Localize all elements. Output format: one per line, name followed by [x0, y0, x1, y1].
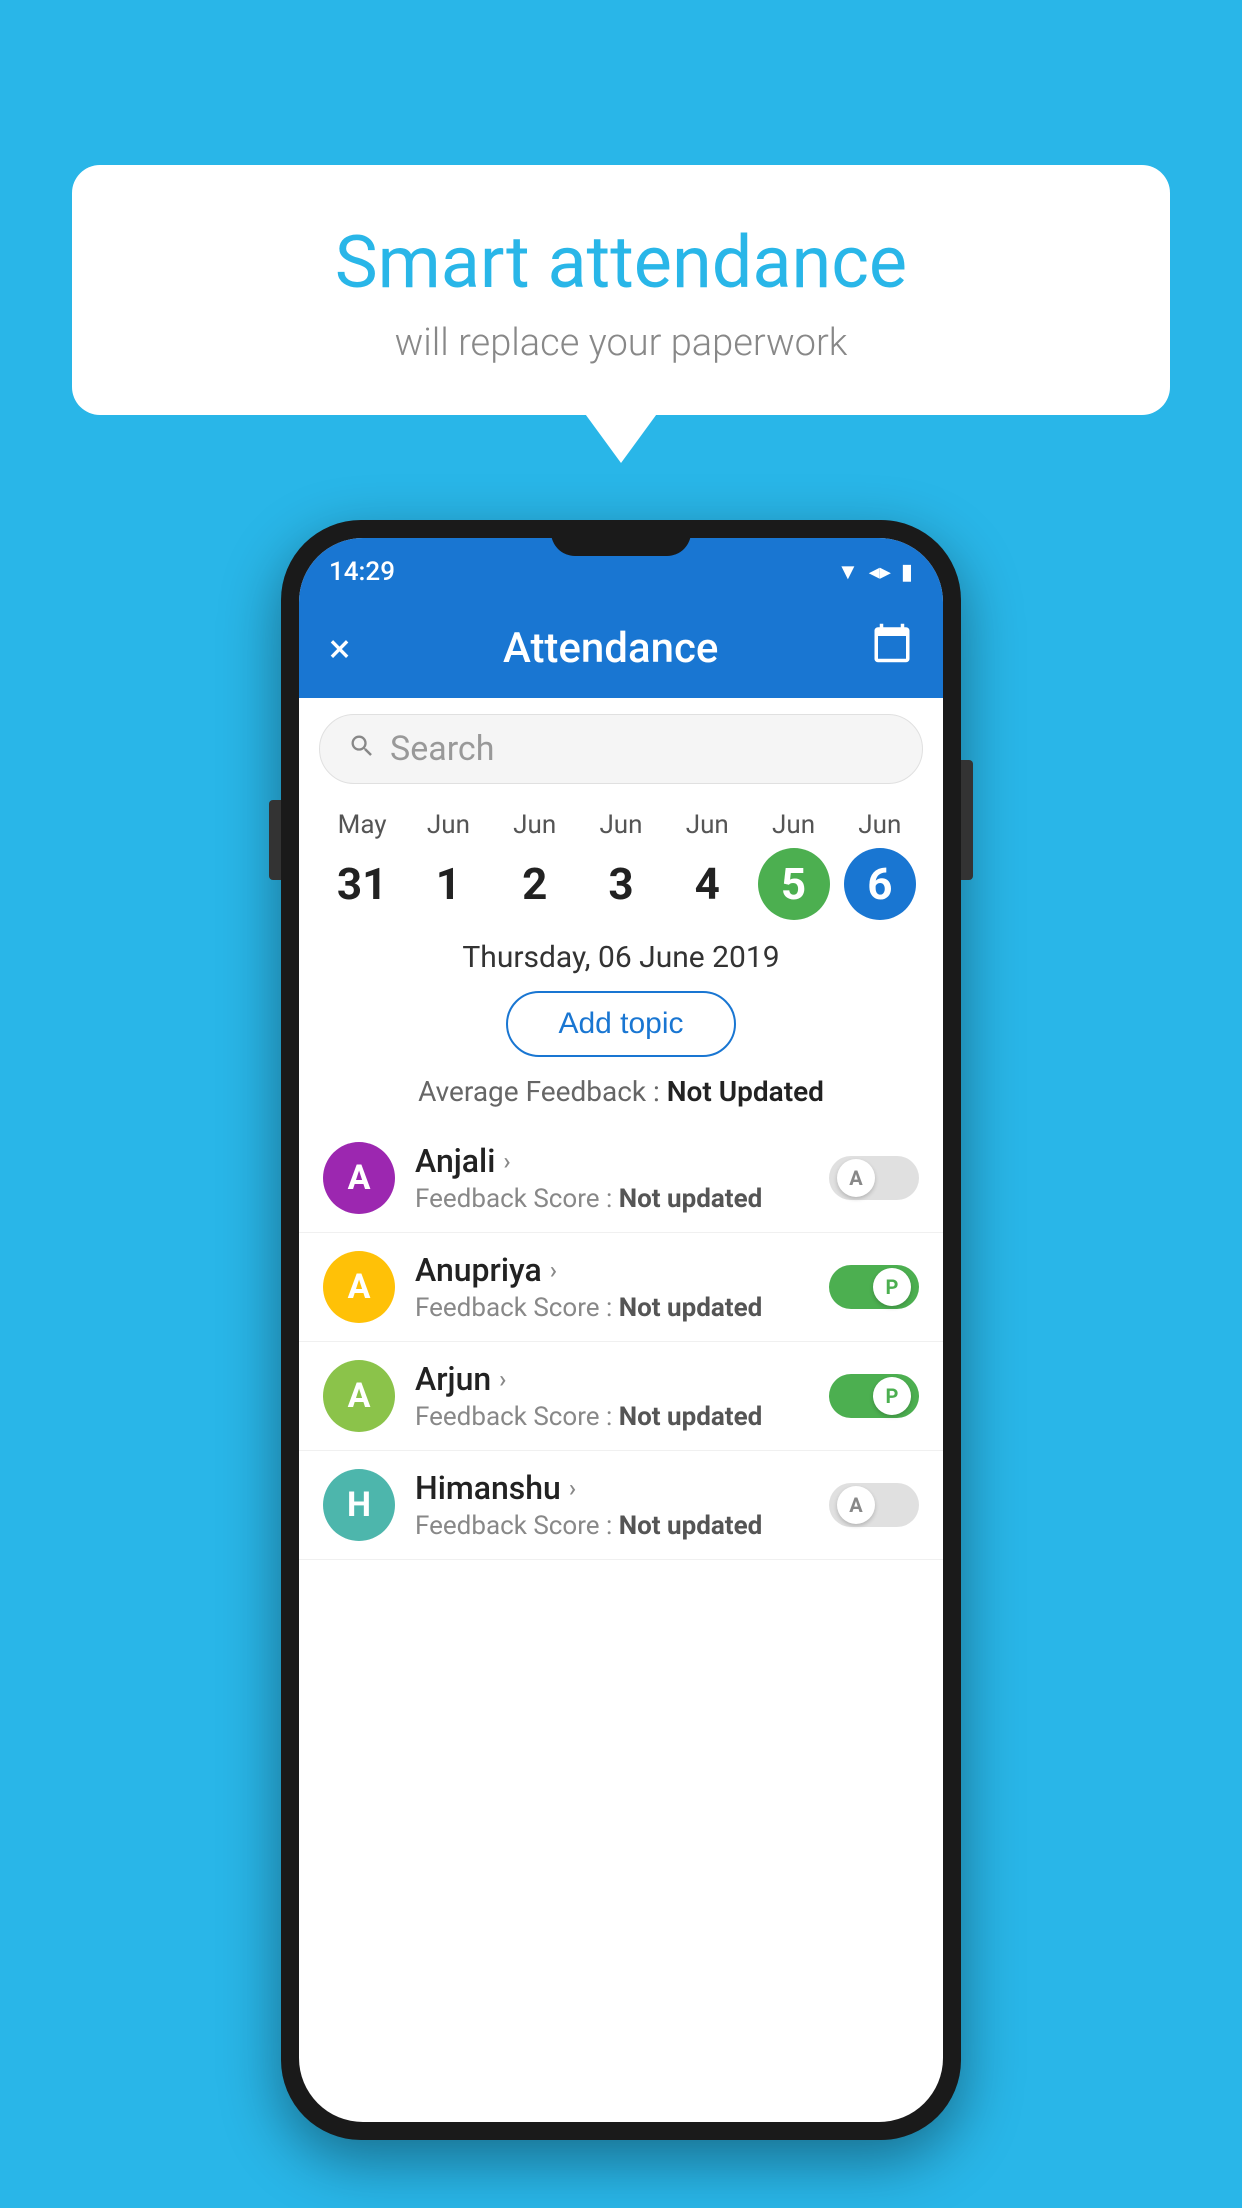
avatar-arjun: A — [323, 1360, 395, 1432]
student-name-anupriya: Anupriya › — [415, 1251, 809, 1289]
signal-icon: ◂▸ — [869, 560, 891, 585]
cal-month-4: Jun — [686, 810, 729, 840]
cal-month-5: Jun — [772, 810, 815, 840]
search-icon — [348, 730, 376, 768]
student-info-arjun: Arjun › Feedback Score : Not updated — [415, 1360, 809, 1432]
speech-bubble: Smart attendance will replace your paper… — [72, 165, 1170, 415]
student-item-arjun[interactable]: A Arjun › Feedback Score : Not updated P — [299, 1342, 943, 1451]
avatar-anjali: A — [323, 1142, 395, 1214]
student-item-anupriya[interactable]: A Anupriya › Feedback Score : Not update… — [299, 1233, 943, 1342]
cal-day-4[interactable]: Jun 4 — [667, 810, 747, 920]
bubble-title: Smart attendance — [132, 220, 1110, 305]
student-name-arjun: Arjun › — [415, 1360, 809, 1398]
toggle-thumb-anjali: A — [837, 1159, 875, 1197]
cal-month-0: May — [338, 810, 387, 840]
student-name-anjali: Anjali › — [415, 1142, 809, 1180]
selected-date-label: Thursday, 06 June 2019 — [299, 940, 943, 975]
avg-feedback-label: Average Feedback : — [418, 1075, 660, 1108]
cal-date-4: 4 — [671, 848, 743, 920]
avatar-himanshu: H — [323, 1469, 395, 1541]
battery-icon: ▮ — [901, 560, 913, 585]
student-item-himanshu[interactable]: H Himanshu › Feedback Score : Not update… — [299, 1451, 943, 1560]
status-icons: ▼ ◂▸ ▮ — [837, 559, 913, 585]
cal-month-6: Jun — [858, 810, 901, 840]
phone-screen: 14:29 ▼ ◂▸ ▮ × Attendance — [299, 538, 943, 2122]
chevron-arjun: › — [499, 1365, 506, 1393]
student-item-anjali[interactable]: A Anjali › Feedback Score : Not updated … — [299, 1124, 943, 1233]
student-name-himanshu: Himanshu › — [415, 1469, 809, 1507]
phone-outer: 14:29 ▼ ◂▸ ▮ × Attendance — [281, 520, 961, 2140]
student-feedback-anupriya: Feedback Score : Not updated — [415, 1293, 809, 1323]
cal-date-0: 31 — [326, 848, 398, 920]
add-topic-button[interactable]: Add topic — [506, 991, 735, 1057]
app-bar-title: Attendance — [370, 624, 851, 673]
calendar-strip: May 31 Jun 1 Jun 2 Jun 3 Jun 4 — [299, 800, 943, 920]
cal-day-2[interactable]: Jun 2 — [495, 810, 575, 920]
wifi-icon: ▼ — [837, 559, 859, 585]
cal-date-5: 5 — [758, 848, 830, 920]
cal-date-6: 6 — [844, 848, 916, 920]
calendar-icon[interactable] — [871, 622, 913, 674]
student-list: A Anjali › Feedback Score : Not updated … — [299, 1124, 943, 1560]
search-text: Search — [390, 729, 494, 769]
cal-day-6[interactable]: Jun 6 — [840, 810, 920, 920]
avg-feedback-value: Not Updated — [667, 1075, 824, 1108]
phone-side-btn-left — [269, 800, 281, 880]
bubble-subtitle: will replace your paperwork — [132, 321, 1110, 365]
chevron-himanshu: › — [569, 1474, 576, 1502]
cal-date-1: 1 — [412, 848, 484, 920]
toggle-anupriya[interactable]: P — [829, 1265, 919, 1309]
cal-month-1: Jun — [427, 810, 470, 840]
cal-day-5[interactable]: Jun 5 — [754, 810, 834, 920]
phone-notch — [551, 520, 691, 556]
status-time: 14:29 — [329, 557, 395, 587]
cal-day-1[interactable]: Jun 1 — [408, 810, 488, 920]
avatar-anupriya: A — [323, 1251, 395, 1323]
toggle-thumb-anupriya: P — [873, 1268, 911, 1306]
cal-date-2: 2 — [499, 848, 571, 920]
toggle-thumb-arjun: P — [873, 1377, 911, 1415]
chevron-anupriya: › — [550, 1256, 557, 1284]
toggle-arjun[interactable]: P — [829, 1374, 919, 1418]
search-bar[interactable]: Search — [319, 714, 923, 784]
cal-date-3: 3 — [585, 848, 657, 920]
student-info-anjali: Anjali › Feedback Score : Not updated — [415, 1142, 809, 1214]
student-feedback-himanshu: Feedback Score : Not updated — [415, 1511, 809, 1541]
cal-month-2: Jun — [513, 810, 556, 840]
student-info-anupriya: Anupriya › Feedback Score : Not updated — [415, 1251, 809, 1323]
student-feedback-arjun: Feedback Score : Not updated — [415, 1402, 809, 1432]
student-feedback-anjali: Feedback Score : Not updated — [415, 1184, 809, 1214]
close-icon[interactable]: × — [329, 625, 350, 672]
phone-wrapper: 14:29 ▼ ◂▸ ▮ × Attendance — [281, 520, 961, 2140]
toggle-himanshu[interactable]: A — [829, 1483, 919, 1527]
chevron-anjali: › — [503, 1147, 510, 1175]
avg-feedback: Average Feedback : Not Updated — [299, 1075, 943, 1108]
cal-month-3: Jun — [599, 810, 642, 840]
cal-day-0[interactable]: May 31 — [322, 810, 402, 920]
student-info-himanshu: Himanshu › Feedback Score : Not updated — [415, 1469, 809, 1541]
app-bar: × Attendance — [299, 598, 943, 698]
cal-day-3[interactable]: Jun 3 — [581, 810, 661, 920]
phone-side-btn-right — [961, 760, 973, 880]
toggle-thumb-himanshu: A — [837, 1486, 875, 1524]
toggle-anjali[interactable]: A — [829, 1156, 919, 1200]
